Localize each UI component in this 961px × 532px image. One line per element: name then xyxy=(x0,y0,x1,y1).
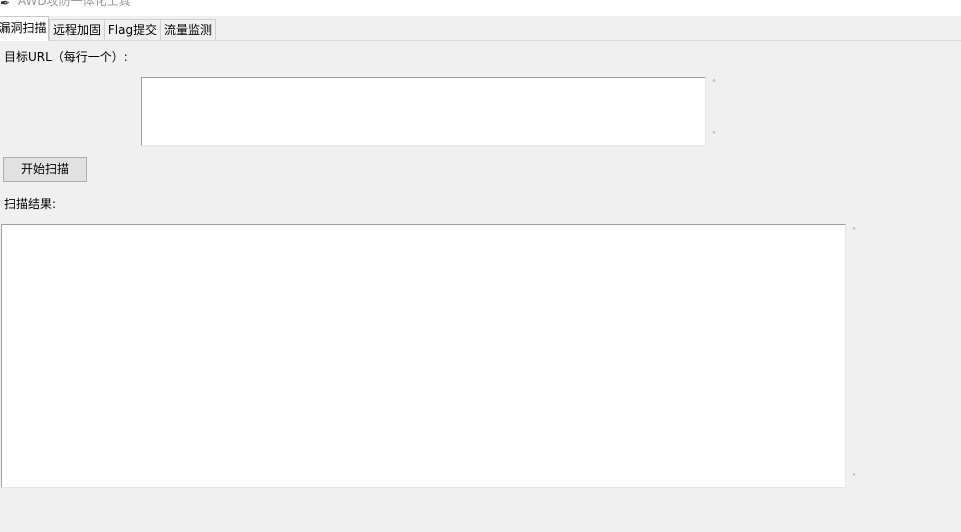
tab-vuln-scan[interactable]: 漏洞扫描 xyxy=(0,16,49,41)
app-window: ✒ AWD攻防一体化工具 漏洞扫描 远程加固 Flag提交 流量监测 目标URL… xyxy=(0,0,961,532)
scan-result-textarea[interactable] xyxy=(1,224,846,488)
title-bar: ✒ AWD攻防一体化工具 xyxy=(0,0,961,16)
tab-remote-harden[interactable]: 远程加固 xyxy=(49,19,105,40)
tab-flag-submit[interactable]: Flag提交 xyxy=(104,19,161,40)
minimize-icon[interactable] xyxy=(870,0,884,6)
target-url-label: 目标URL（每行一个）: xyxy=(4,50,128,64)
tab-bar: 漏洞扫描 远程加固 Flag提交 流量监测 xyxy=(0,16,961,41)
maximize-icon[interactable] xyxy=(914,0,928,6)
target-url-textarea[interactable] xyxy=(141,77,706,146)
feather-icon: ✒ xyxy=(0,0,11,10)
scroll-up-icon[interactable]: ˄ xyxy=(848,228,860,238)
tab-traffic-monitor[interactable]: 流量监测 xyxy=(160,19,216,40)
scroll-up-icon[interactable]: ˄ xyxy=(708,80,720,90)
scan-result-label: 扫描结果: xyxy=(4,197,57,211)
window-title: AWD攻防一体化工具 xyxy=(18,0,131,8)
scroll-down-icon[interactable]: ˅ xyxy=(848,474,860,484)
start-scan-button[interactable]: 开始扫描 xyxy=(3,157,87,182)
scroll-down-icon[interactable]: ˅ xyxy=(708,132,720,142)
